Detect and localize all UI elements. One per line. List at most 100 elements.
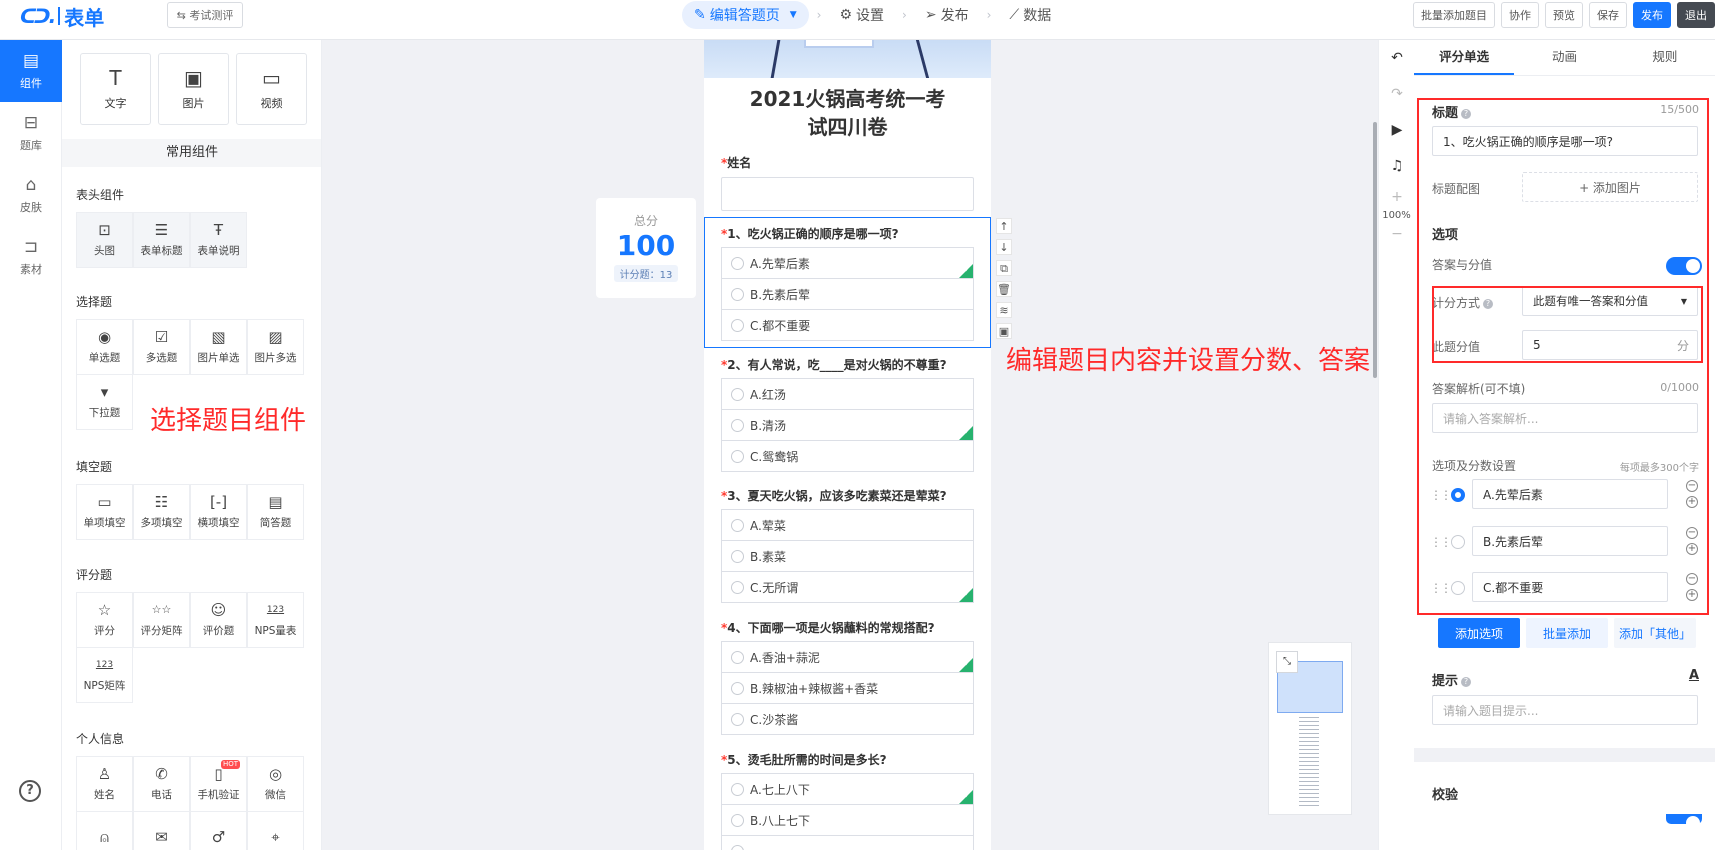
radio-icon — [731, 318, 744, 332]
component-dropdown[interactable]: ▾ 下拉题 — [76, 374, 133, 430]
preview-button[interactable]: 预览 — [1545, 2, 1583, 28]
help-icon[interactable]: ? — [1461, 676, 1472, 687]
name-input[interactable] — [721, 177, 974, 211]
component-image-single[interactable]: ▧ 图片单选 — [190, 319, 247, 375]
component-inline-fill[interactable]: [-] 横项填空 — [190, 484, 247, 540]
option-item[interactable]: A.红汤 — [721, 378, 974, 410]
component-form-desc[interactable]: Ŧ 表单说明 — [190, 212, 247, 268]
help-icon[interactable]: ? — [19, 780, 41, 802]
option-item[interactable]: C.鸳鸯锅 — [721, 440, 974, 472]
bulk-add-questions-button[interactable]: 批量添加题目 — [1413, 2, 1495, 28]
tab-rules[interactable]: 规则 — [1615, 40, 1715, 75]
validation-toggle[interactable] — [1666, 814, 1702, 830]
correct-answer-icon — [958, 263, 973, 278]
option-item[interactable]: A.荤菜 — [721, 509, 974, 541]
delete-icon[interactable]: 🗑 — [996, 281, 1012, 297]
move-up-icon[interactable]: ↑ — [996, 218, 1012, 234]
rail-item-material[interactable]: ⊐ 素材 — [0, 226, 62, 288]
person-icon: ♙ — [97, 765, 112, 783]
text-format-icon[interactable]: A — [1689, 668, 1699, 683]
canvas-scrollbar[interactable] — [1373, 122, 1377, 378]
rail-item-components[interactable]: ▤ 组件 — [0, 40, 62, 102]
music-icon[interactable]: ♫ — [1379, 148, 1415, 184]
option-item[interactable]: A.七上八下 — [721, 773, 974, 805]
redo-icon[interactable]: ↷ — [1379, 76, 1415, 112]
component-nps-matrix[interactable]: 123 NPS矩阵 — [76, 647, 133, 703]
name-question-title[interactable]: *姓名 — [721, 154, 751, 171]
component-email[interactable]: ✉ — [133, 811, 190, 850]
component-name[interactable]: ♙ 姓名 — [76, 756, 133, 812]
component-multi-choice[interactable]: ☑ 多选题 — [133, 319, 190, 375]
exit-button[interactable]: 退出 — [1677, 2, 1715, 28]
option-item[interactable]: B.辣椒油+辣椒酱+香菜 — [721, 672, 974, 704]
option-item[interactable]: B.清汤 — [721, 409, 974, 441]
option-item[interactable]: A.香油+蒜泥 — [721, 641, 974, 673]
app-logo[interactable]: ᑕᑐ. 表单 — [20, 4, 104, 30]
question-title[interactable]: *2、有人常说，吃____是对火锅的不尊重? — [721, 356, 947, 373]
option-item[interactable]: A.先荤后素 — [721, 247, 974, 279]
bulk-add-options-button[interactable]: 批量添加 — [1526, 618, 1608, 648]
component-rating[interactable]: ☆ 评分 — [76, 592, 133, 648]
add-other-option-button[interactable]: 添加「其他」 — [1614, 618, 1696, 648]
chevron-right-icon: › — [902, 8, 907, 22]
layers-icon[interactable]: ≋ — [996, 302, 1012, 318]
option-item[interactable]: B.素菜 — [721, 540, 974, 572]
component-gender[interactable]: ♂ — [190, 811, 247, 850]
page-minimap[interactable]: ⤡ — [1268, 642, 1352, 815]
publish-button[interactable]: 发布 — [1633, 2, 1671, 28]
save-button[interactable]: 保存 — [1589, 2, 1627, 28]
component-form-title[interactable]: ☰ 表单标题 — [133, 212, 190, 268]
component-single-fill[interactable]: ▭ 单项填空 — [76, 484, 133, 540]
component-nps-scale[interactable]: 123 NPS量表 — [247, 592, 304, 648]
add-option-button[interactable]: 添加选项 — [1438, 618, 1520, 648]
component-wechat[interactable]: ◎ 微信 — [247, 756, 304, 812]
step-edit[interactable]: ✎ 编辑答题页 ▼ — [682, 1, 809, 29]
option-item[interactable]: C.沙茶酱 — [721, 703, 974, 735]
question-title[interactable]: *1、吃火锅正确的顺序是哪一项? — [721, 225, 899, 242]
tab-animation[interactable]: 动画 — [1514, 40, 1614, 75]
component-qq[interactable]: ⍝ — [76, 811, 133, 850]
question-title[interactable]: *4、下面哪一项是火锅蘸料的常规搭配? — [721, 619, 935, 636]
question-title[interactable]: *5、烫毛肚所需的时间是多长? — [721, 751, 887, 768]
component-location[interactable]: ⌖ — [247, 811, 304, 850]
form-canvas: 2021火锅高考统一考试四川卷 *姓名 *1、吃火锅正确的顺序是哪一项? A.先… — [704, 40, 991, 850]
collaborate-button[interactable]: 协作 — [1501, 2, 1539, 28]
option-item[interactable]: C.无所谓 — [721, 571, 974, 603]
option-item[interactable]: C.都不重要 — [721, 309, 974, 341]
copy-icon[interactable]: ⧉ — [996, 260, 1012, 276]
step-data[interactable]: ⟋ 数据 — [999, 1, 1061, 29]
collapse-minimap-icon[interactable]: ⤡ — [1276, 651, 1298, 673]
component-header-image[interactable]: ⊡ 头图 — [76, 212, 133, 268]
hint-input[interactable]: 请输入题目提示... — [1432, 695, 1698, 725]
component-multi-fill[interactable]: ☷ 多项填空 — [133, 484, 190, 540]
component-evaluation[interactable]: ☺ 评价题 — [190, 592, 247, 648]
zoom-out-icon[interactable]: − — [1379, 221, 1415, 247]
component-mobile-verify[interactable]: HOT ▯ 手机验证 — [190, 756, 247, 812]
component-image[interactable]: ▣ 图片 — [158, 53, 229, 125]
play-icon[interactable]: ▶ — [1379, 112, 1415, 148]
option-item[interactable]: B.八上七下 — [721, 804, 974, 836]
move-down-icon[interactable]: ↓ — [996, 239, 1012, 255]
exam-mode-button[interactable]: ⇆ 考试测评 — [167, 2, 243, 28]
undo-icon[interactable]: ↶ — [1379, 40, 1415, 76]
zoom-in-icon[interactable]: + — [1379, 184, 1415, 210]
component-video[interactable]: ▭ 视频 — [236, 53, 307, 125]
option-item[interactable]: B.先素后荤 — [721, 278, 974, 310]
banner-icon: ⊡ — [98, 221, 111, 239]
rail-item-skin[interactable]: ⌂ 皮肤 — [0, 164, 62, 226]
tab-scoring-single[interactable]: 评分单选 — [1414, 40, 1515, 75]
form-title[interactable]: 2021火锅高考统一考试四川卷 — [704, 85, 991, 141]
component-text[interactable]: T 文字 — [80, 53, 151, 125]
option-item[interactable] — [721, 835, 974, 850]
rail-item-library[interactable]: ⊟ 题库 — [0, 102, 62, 164]
component-single-choice[interactable]: ◉ 单选题 — [76, 319, 133, 375]
component-short-answer[interactable]: ▤ 简答题 — [247, 484, 304, 540]
component-image-multi[interactable]: ▨ 图片多选 — [247, 319, 304, 375]
step-settings[interactable]: ⚙ 设置 — [829, 1, 894, 29]
save-to-library-icon[interactable]: ▣ — [996, 323, 1012, 339]
question-title[interactable]: *3、夏天吃火锅，应该多吃素菜还是荤菜? — [721, 487, 947, 504]
form-banner-image[interactable] — [704, 40, 991, 78]
component-rating-matrix[interactable]: ☆☆ 评分矩阵 — [133, 592, 190, 648]
step-publish[interactable]: ➢ 发布 — [915, 1, 979, 29]
component-phone[interactable]: ✆ 电话 — [133, 756, 190, 812]
